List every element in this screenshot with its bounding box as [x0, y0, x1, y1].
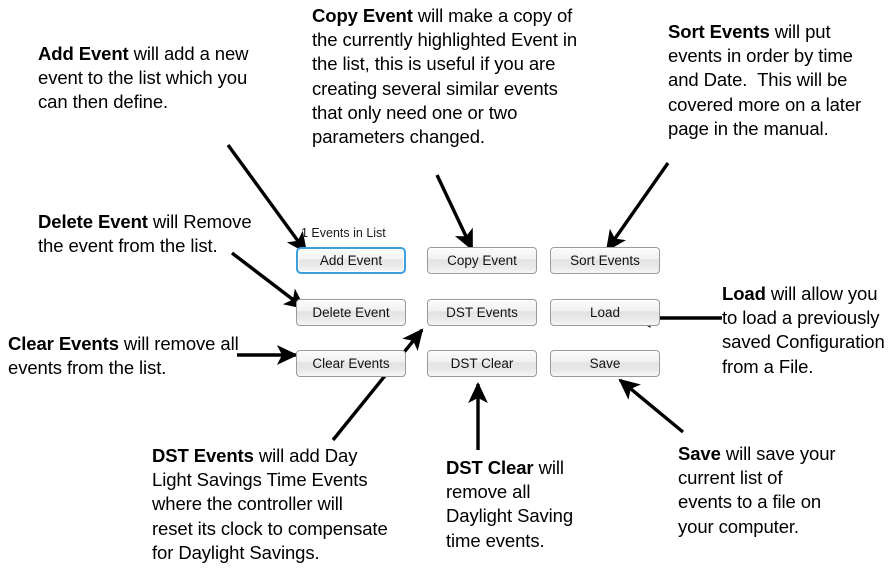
callout-term-clear-events: Clear Events: [8, 333, 119, 354]
callout-term-dst-clear: DST Clear: [446, 457, 534, 478]
callout-copy-event: Copy Event will make a copy of the curre…: [312, 4, 580, 149]
callout-dst-clear: DST Clear will remove all Daylight Savin…: [446, 456, 596, 553]
callout-text-copy-event: will make a copy of the currently highli…: [312, 5, 583, 148]
button-delete-event[interactable]: Delete Event: [296, 299, 406, 326]
callout-term-save: Save: [678, 443, 721, 464]
button-save[interactable]: Save: [550, 350, 660, 377]
callout-term-add-event: Add Event: [38, 43, 129, 64]
callout-add-event: Add Event will add a new event to the li…: [38, 42, 254, 115]
callout-load: Load will allow you to load a previously…: [722, 282, 892, 379]
arrow-delete-event: [230, 251, 306, 310]
callout-clear-events: Clear Events will remove all events from…: [8, 332, 254, 380]
callout-term-load: Load: [722, 283, 766, 304]
button-clear-events[interactable]: Clear Events: [296, 350, 406, 377]
manual-page: Add Event will add a new event to the li…: [0, 0, 892, 588]
button-sort-events[interactable]: Sort Events: [550, 247, 660, 274]
event-button-panel: 1 Events in List Add Event Copy Event Sort…: [296, 226, 668, 386]
button-load[interactable]: Load: [550, 299, 660, 326]
callout-sort-events: Sort Events will put events in order by …: [668, 20, 884, 141]
callout-save: Save will save your current list of even…: [678, 442, 838, 539]
events-count-label: 1 Events in List: [301, 226, 386, 240]
callout-dst-events: DST Events will add Day Light Savings Ti…: [152, 444, 388, 565]
callout-term-sort-events: Sort Events: [668, 21, 770, 42]
button-copy-event[interactable]: Copy Event: [427, 247, 537, 274]
button-add-event[interactable]: Add Event: [296, 247, 406, 274]
callout-term-delete-event: Delete Event: [38, 211, 148, 232]
callout-term-dst-events: DST Events: [152, 445, 254, 466]
button-dst-clear[interactable]: DST Clear: [427, 350, 537, 377]
button-dst-events[interactable]: DST Events: [427, 299, 537, 326]
arrow-save: [618, 378, 685, 434]
callout-delete-event: Delete Event will Remove the event from …: [38, 210, 254, 258]
callout-term-copy-event: Copy Event: [312, 5, 413, 26]
